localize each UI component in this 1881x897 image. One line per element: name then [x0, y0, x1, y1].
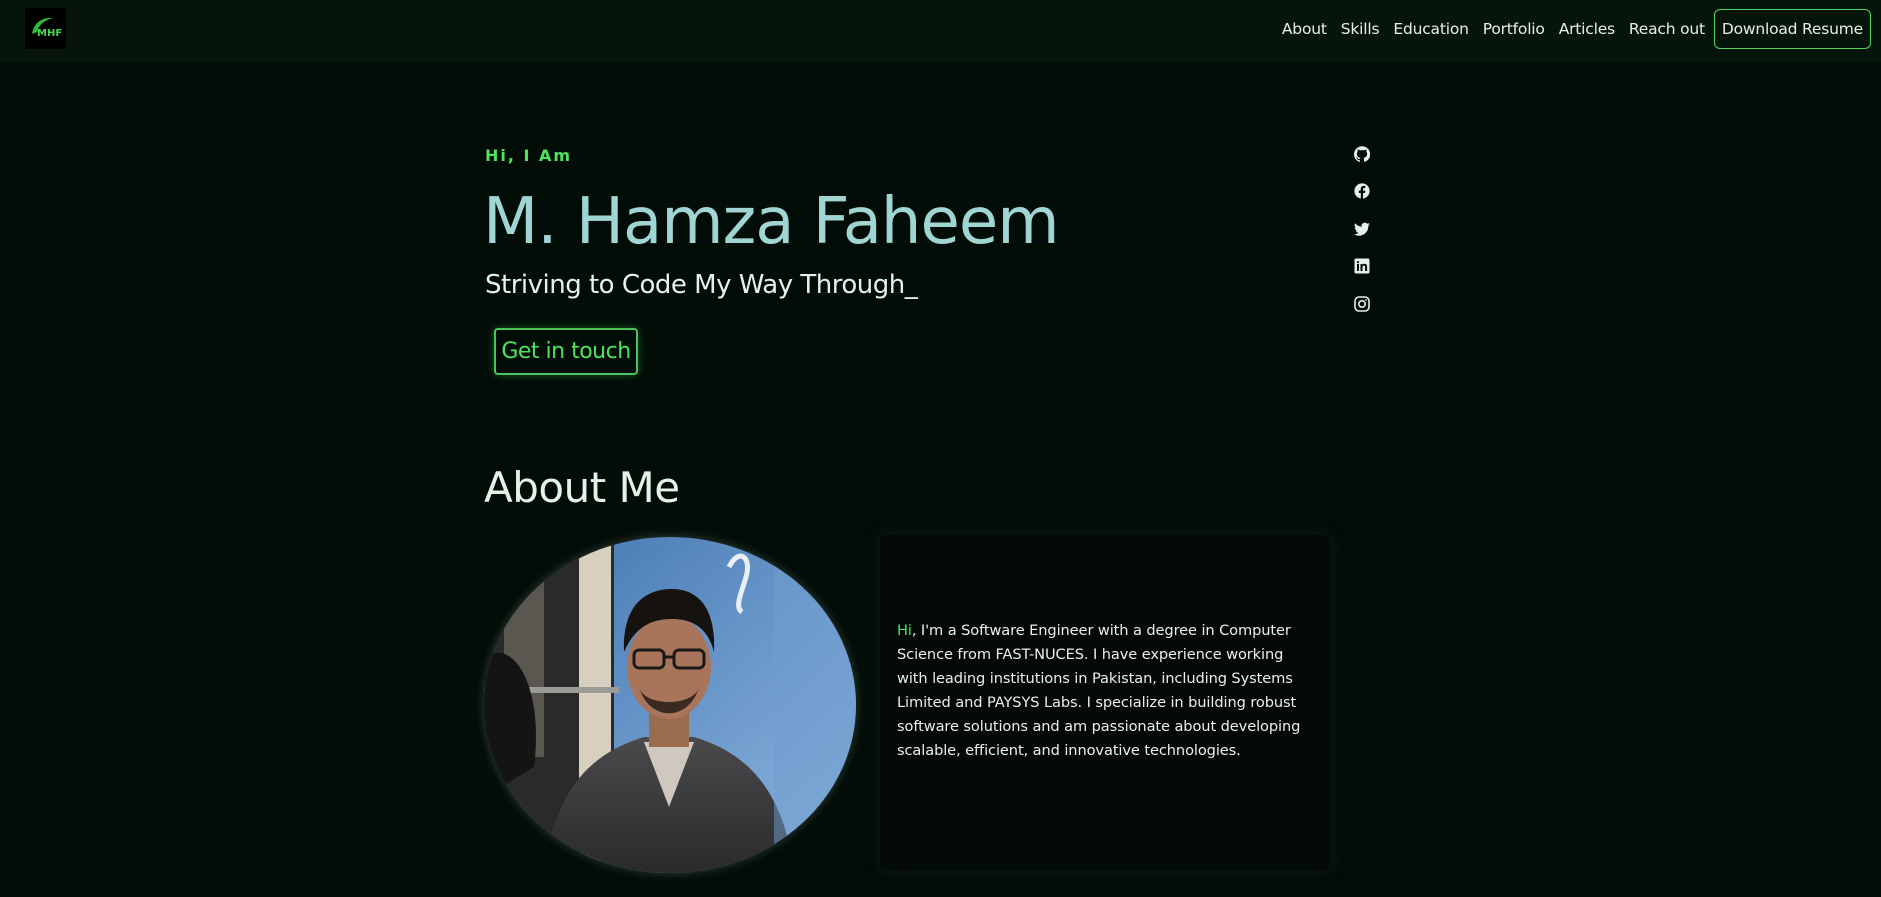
- linkedin-icon[interactable]: [1354, 258, 1370, 274]
- hero-greeting: Hi, I Am: [485, 146, 573, 165]
- github-icon[interactable]: [1353, 146, 1371, 162]
- about-text: Hi, I'm a Software Engineer with a degre…: [897, 619, 1317, 763]
- logo-text: MHF: [37, 28, 62, 39]
- profile-photo: [484, 537, 856, 873]
- facebook-icon[interactable]: [1354, 183, 1370, 199]
- nav-about[interactable]: About: [1275, 20, 1334, 38]
- navbar: MHF About Skills Education Portfolio Art…: [0, 0, 1881, 62]
- download-resume-button[interactable]: Download Resume: [1713, 9, 1871, 49]
- about-title: About Me: [484, 463, 680, 512]
- nav-skills[interactable]: Skills: [1334, 20, 1387, 38]
- nav-links: About Skills Education Portfolio Article…: [1275, 9, 1871, 49]
- nav-articles[interactable]: Articles: [1552, 20, 1622, 38]
- about-text-body: , I'm a Software Engineer with a degree …: [897, 622, 1301, 759]
- instagram-icon[interactable]: [1354, 296, 1370, 312]
- nav-reach-out[interactable]: Reach out: [1622, 20, 1712, 38]
- logo-mark: MHF: [31, 17, 62, 39]
- hero-name: M. Hamza Faheem: [483, 185, 1060, 259]
- nav-portfolio[interactable]: Portfolio: [1476, 20, 1552, 38]
- twitter-icon[interactable]: [1354, 221, 1370, 237]
- about-text-accent: Hi: [897, 622, 912, 639]
- hero-tagline: Striving to Code My Way Through_: [485, 270, 918, 300]
- nav-education[interactable]: Education: [1386, 20, 1475, 38]
- get-in-touch-button[interactable]: Get in touch: [494, 328, 638, 375]
- logo[interactable]: MHF: [25, 8, 66, 49]
